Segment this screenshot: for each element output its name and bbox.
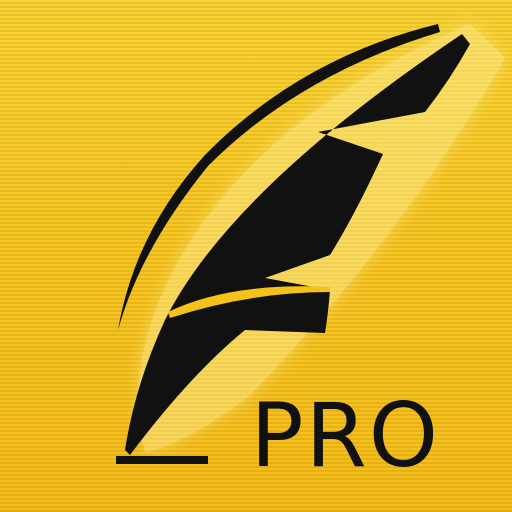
app-icon: PRO bbox=[0, 0, 512, 512]
pro-label: PRO bbox=[250, 384, 440, 487]
cursor-underscore bbox=[116, 456, 208, 464]
